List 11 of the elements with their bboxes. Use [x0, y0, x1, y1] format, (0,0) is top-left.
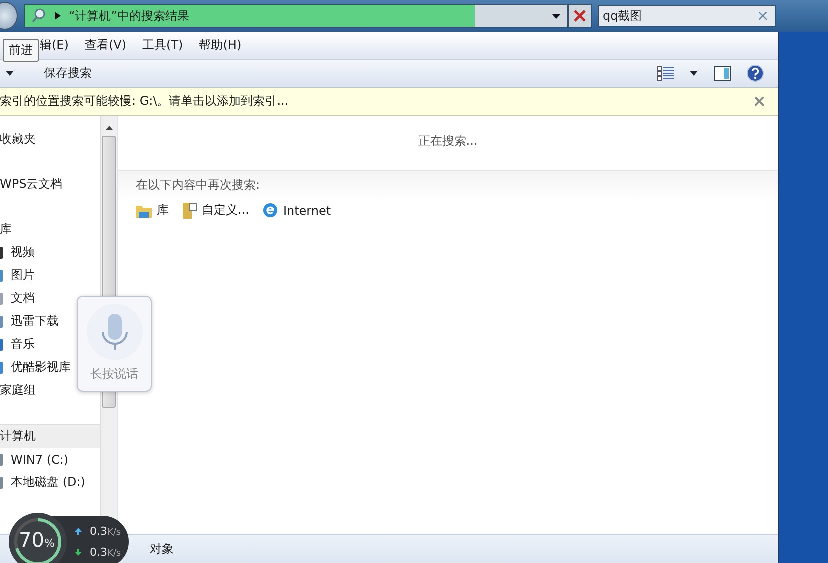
- searching-status: 正在搜索...: [417, 133, 479, 150]
- search-value: qq截图: [603, 8, 642, 24]
- tooltip: 前进: [3, 39, 39, 62]
- info-text: 索引的位置搜索可能较慢: G:\。请单击以添加到索引...: [0, 93, 289, 110]
- search-again-label: 在以下内容中再次搜索:: [136, 177, 262, 194]
- address-path: “计算机”中的搜索结果: [69, 8, 190, 24]
- voice-label: 长按说话: [90, 366, 138, 383]
- download-speed: 0.3K/s: [90, 546, 122, 559]
- upload-speed: 0.3K/s: [90, 525, 122, 538]
- status-text: 对象: [150, 540, 174, 558]
- usage-percent: 70%: [19, 528, 55, 552]
